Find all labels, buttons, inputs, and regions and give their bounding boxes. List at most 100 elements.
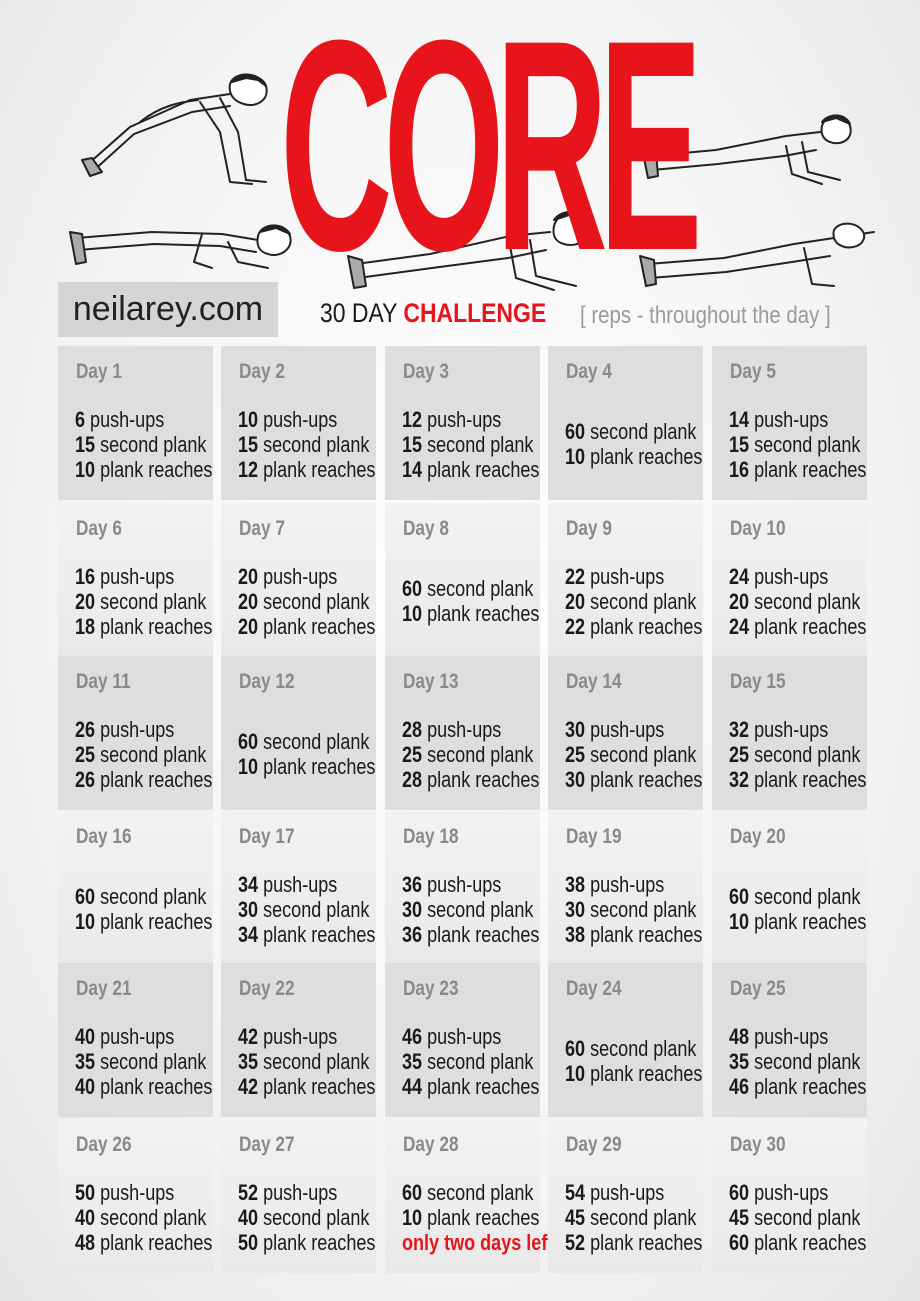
exercise-count: 22 [565,613,586,639]
exercise-line: 10 plank reaches [402,601,539,626]
exercise-list: 30 push-ups 25 second plank 30 plank reach… [565,698,703,810]
exercise-name: second plank [585,896,697,922]
exercise-count: 20 [729,588,750,614]
exercise-line: 24 plank reaches [729,614,866,639]
exercise-name: push-ups [749,563,829,589]
exercise-line: 36 push-ups [402,872,515,897]
exercise-count: 6 [75,406,86,432]
exercise-line: 46 push-ups [402,1024,515,1049]
exercise-line: 20 second plank [238,589,369,614]
exercise-line: 10 plank reaches [402,1204,539,1230]
exercise-count: 45 [565,1204,586,1230]
exercise-line: 25 second plank [402,742,533,767]
exercise-count: 40 [75,1204,96,1230]
day-cell: Day 27 52 push-ups 40 second plank 50 plank… [221,1119,376,1273]
exercise-list: 60 second plank 10 plank reaches [565,388,703,500]
exercise-count: 60 [729,1179,750,1205]
exercise-line: 30 second plank [402,897,533,922]
exercise-count: 35 [402,1048,423,1074]
exercise-name: push-ups [749,1179,829,1205]
exercise-list: 24 push-ups 20 second plank 24 plank reach… [729,545,867,657]
exercise-count: 10 [729,909,750,934]
exercise-count: 30 [565,896,586,922]
exercise-name: second plank [95,588,207,614]
exercise-name: plank reaches [585,921,703,947]
exercise-count: 52 [238,1179,259,1205]
day-cell: Day 4 60 second plank 10 plank reaches [548,346,703,500]
exercise-count: 20 [565,588,586,614]
day-label: Day 12 [239,670,295,693]
exercise-line: 46 plank reaches [729,1073,866,1099]
exercise-count: 46 [729,1073,750,1099]
exercise-count: 30 [565,766,586,792]
day-cell: Day 22 42 push-ups 35 second plank 42 plank… [221,963,376,1117]
day-label: Day 18 [403,825,459,848]
exercise-name: push-ups [749,1023,829,1049]
push-up-low-figure [69,224,292,269]
exercise-list: 16 push-ups 20 second plank 18 plank reach… [75,545,213,657]
exercise-line: 10 plank reaches [565,1061,702,1086]
day-label: Day 24 [566,977,622,1000]
exercise-count: 10 [402,1204,423,1230]
exercise-line: 45 second plank [565,1204,696,1230]
exercise-name: push-ups [422,1023,502,1049]
exercise-name: push-ups [95,1179,175,1205]
exercise-line: 60 second plank [565,1036,696,1061]
site-badge[interactable]: neilarey.com [58,282,278,337]
exercise-line: 20 second plank [75,589,206,614]
exercise-line: 10 plank reaches [75,457,212,482]
exercise-name: plank reaches [95,613,213,639]
exercise-name: second plank [95,1204,207,1230]
subtitle: [ reps - throughout the day ] [580,302,831,329]
day-label: Day 6 [76,517,122,540]
exercise-count: 60 [402,1179,423,1205]
exercise-list: 28 push-ups 25 second plank 28 plank reach… [402,698,540,810]
exercise-count: 25 [729,741,750,767]
exercise-line: 42 push-ups [238,1024,351,1049]
exercise-name: push-ups [585,563,665,589]
exercise-line: 40 second plank [238,1205,369,1230]
exercise-name: plank reaches [422,921,540,947]
exercise-name: push-ups [95,1023,175,1049]
exercise-name: push-ups [95,563,175,589]
exercise-count: 46 [402,1023,423,1049]
exercise-count: 10 [565,444,586,469]
header: CORE neilarey.com 30 DAY CHALLENGE [ rep… [0,0,920,345]
exercise-line: 50 push-ups [75,1180,188,1205]
exercise-list: 10 push-ups 15 second plank 12 plank reach… [238,388,376,500]
exercise-line: 38 plank reaches [565,922,702,947]
exercise-count: 14 [729,406,750,432]
challenge-highlight: CHALLENGE [403,298,547,328]
exercise-line: 60 second plank [402,1179,533,1205]
day-label: Day 13 [403,670,459,693]
exercise-count: 18 [75,613,96,639]
day-label: Day 29 [566,1133,622,1156]
exercise-count: 15 [729,431,750,457]
exercise-line: 48 push-ups [729,1024,842,1049]
day-cell: Day 29 54 push-ups 45 second plank 52 plank… [548,1119,703,1273]
exercise-line: 26 plank reaches [75,767,212,792]
exercise-line: 50 plank reaches [238,1230,375,1255]
day-label: Day 10 [730,517,786,540]
exercise-line: 40 push-ups [75,1024,188,1049]
exercise-line: 60 push-ups [729,1180,842,1205]
exercise-name: second plank [749,741,861,767]
exercise-list: 20 push-ups 20 second plank 20 plank reach… [238,545,376,657]
day-label: Day 22 [239,977,295,1000]
exercise-name: second plank [95,1048,207,1074]
day-cell: Day 26 50 push-ups 40 second plank 48 plank… [58,1119,213,1273]
day-label: Day 30 [730,1133,786,1156]
exercise-count: 54 [565,1179,586,1205]
exercise-name: push-ups [585,716,665,742]
exercise-name: second plank [749,1204,861,1230]
exercise-name: plank reaches [258,613,376,639]
exercise-line: 52 plank reaches [565,1230,702,1255]
exercise-name: second plank [95,741,207,767]
exercise-name: second plank [422,431,534,457]
day-label: Day 14 [566,670,622,693]
exercise-line: 54 push-ups [565,1180,678,1205]
day-cell: Day 25 48 push-ups 35 second plank 46 plank… [712,963,867,1117]
exercise-list: 46 push-ups 35 second plank 44 plank reach… [402,1005,540,1117]
exercise-count: 45 [729,1204,750,1230]
exercise-line: 44 plank reaches [402,1074,539,1099]
